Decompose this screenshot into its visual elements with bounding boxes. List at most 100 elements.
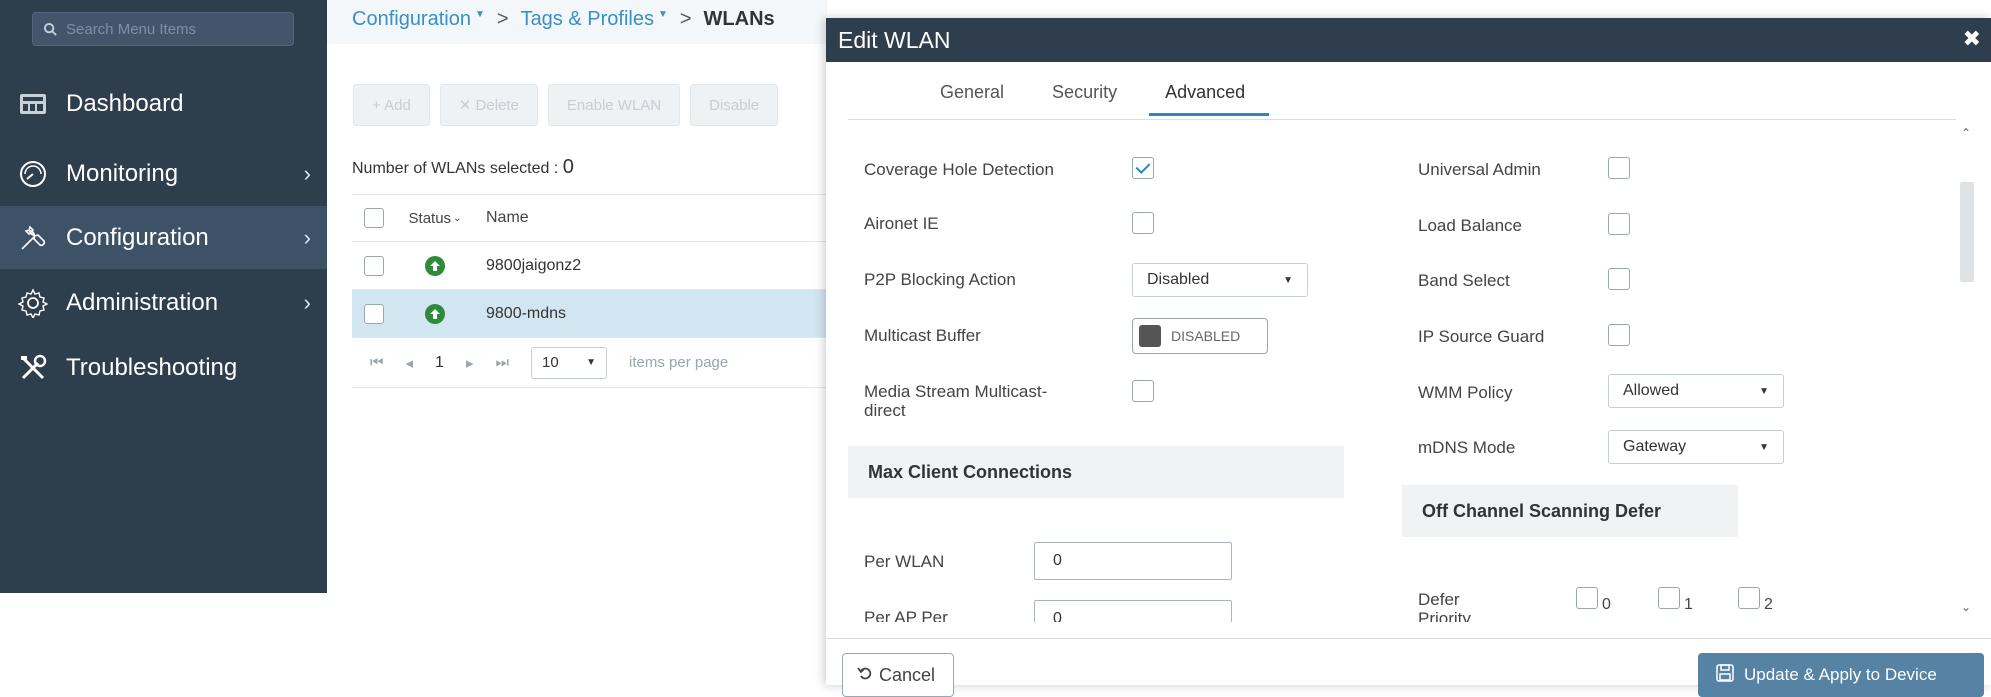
scroll-down-icon[interactable]: ⌄	[1957, 600, 1975, 614]
sidebar-item-label: Administration	[66, 288, 219, 316]
select-all-checkbox[interactable]	[364, 208, 384, 228]
tab-general[interactable]: General	[916, 82, 1028, 113]
sidebar-item-label: Configuration	[66, 223, 209, 251]
scroll-up-icon[interactable]: ⌃	[1957, 126, 1975, 140]
modal-header: Edit WLAN ✖	[826, 18, 1991, 62]
universal-admin-checkbox[interactable]	[1608, 157, 1630, 179]
sidebar-item-label: Monitoring	[66, 159, 179, 187]
defer-priority-1-label: 1	[1684, 596, 1693, 613]
items-per-page-select[interactable]: 10 ▼	[531, 346, 607, 379]
edit-wlan-modal: Edit WLAN ✖ General Security Advanced Co…	[826, 18, 1991, 697]
status-up-icon	[425, 303, 445, 324]
sidebar-item-administration[interactable]: Administration ›	[0, 271, 327, 334]
caret-down-icon: ▼	[474, 8, 485, 20]
coverage-hole-detection-checkbox[interactable]	[1132, 157, 1154, 179]
sidebar-item-monitoring[interactable]: Monitoring ›	[0, 142, 327, 205]
per-ap-per-wlan-input[interactable]: 0	[1034, 600, 1232, 622]
delete-button[interactable]: ✕ Delete	[439, 84, 538, 126]
sidebar-item-dashboard[interactable]: Dashboard	[0, 72, 327, 135]
ip-source-guard-checkbox[interactable]	[1608, 324, 1630, 346]
table-row[interactable]: 9800jaigonz2	[352, 242, 832, 290]
wmm-policy-select[interactable]: Allowed ▼	[1608, 374, 1784, 408]
table-row[interactable]: 9800-mdns	[352, 290, 832, 338]
row-checkbox[interactable]	[364, 303, 384, 324]
configuration-icon	[18, 223, 48, 253]
chevron-right-icon: ›	[303, 224, 311, 250]
p2p-blocking-label: P2P Blocking Action	[864, 270, 1016, 289]
defer-priority-2-label: 2	[1764, 596, 1773, 613]
chevron-down-icon: ▼	[1759, 385, 1769, 397]
breadcrumb: Configuration ▼ > Tags & Profiles ▼ > WLAN…	[352, 4, 775, 34]
defer-priority-0-label: 0	[1602, 596, 1611, 613]
scroll-thumb[interactable]	[1960, 182, 1974, 282]
chevron-down-icon: ▼	[1759, 441, 1769, 453]
mdns-mode-label: mDNS Mode	[1418, 438, 1516, 457]
save-icon	[1716, 663, 1734, 687]
load-balance-checkbox[interactable]	[1608, 213, 1630, 235]
multicast-buffer-toggle[interactable]: DISABLED	[1132, 318, 1268, 354]
sidebar-item-label: Troubleshooting	[66, 353, 238, 381]
defer-priority-1-checkbox[interactable]	[1658, 587, 1680, 609]
wlan-name[interactable]: 9800-mdns	[474, 305, 832, 323]
disable-wlan-button[interactable]: Disable	[690, 84, 779, 126]
breadcrumb-configuration[interactable]: Configuration ▼	[352, 8, 485, 31]
status-column-header[interactable]: Status ⌄	[396, 210, 474, 227]
name-column-header[interactable]: Name	[474, 209, 832, 227]
wlan-table: Status ⌄ Name 9800jaigonz2 9800-mdns ⏮ ◂ …	[352, 194, 832, 388]
mdns-mode-select[interactable]: Gateway ▼	[1608, 430, 1784, 464]
media-stream-label: Media Stream Multicast- direct	[864, 382, 1048, 420]
p2p-blocking-select[interactable]: Disabled ▼	[1132, 263, 1308, 297]
defer-priority-label: Defer Priority	[1418, 590, 1471, 622]
chevron-down-icon: ▼	[1283, 274, 1293, 286]
defer-priority-0-checkbox[interactable]	[1576, 587, 1598, 609]
aironet-ie-checkbox[interactable]	[1132, 212, 1154, 234]
wlan-toolbar: + Add ✕ Delete Enable WLAN Disable	[353, 84, 779, 126]
ip-source-guard-label: IP Source Guard	[1418, 327, 1545, 346]
enable-wlan-button[interactable]: Enable WLAN	[547, 84, 681, 126]
dashboard-icon	[18, 89, 48, 119]
prev-page-icon[interactable]: ◂	[406, 354, 414, 372]
sidebar: Search Menu Items Dashboard Monitoring ›…	[0, 0, 327, 593]
per-ap-per-wlan-label: Per AP Per	[864, 608, 948, 622]
tab-security[interactable]: Security	[1028, 82, 1141, 113]
settings-scrollbar[interactable]: ⌃ ⌄	[1957, 122, 1975, 622]
selected-count-value: 0	[562, 156, 574, 178]
sidebar-item-troubleshooting[interactable]: Troubleshooting	[0, 336, 327, 399]
troubleshooting-icon	[18, 353, 48, 383]
defer-priority-2-checkbox[interactable]	[1738, 587, 1760, 609]
menu-search-placeholder: Search Menu Items	[66, 20, 197, 38]
tab-advanced[interactable]: Advanced	[1141, 82, 1270, 116]
last-page-icon[interactable]: ⏭	[495, 354, 509, 371]
max-client-connections-section: Max Client Connections	[848, 446, 1344, 498]
wlan-name[interactable]: 9800jaigonz2	[474, 257, 832, 275]
coverage-hole-detection-label: Coverage Hole Detection	[864, 160, 1054, 179]
row-checkbox[interactable]	[364, 255, 384, 276]
per-wlan-input[interactable]: 0	[1034, 542, 1232, 580]
close-icon[interactable]: ✖	[1963, 26, 1981, 52]
breadcrumb-separator: >	[496, 7, 509, 30]
media-stream-checkbox[interactable]	[1132, 380, 1154, 402]
sidebar-item-configuration[interactable]: Configuration ›	[0, 206, 327, 269]
add-button[interactable]: + Add	[353, 84, 430, 126]
band-select-label: Band Select	[1418, 271, 1510, 290]
tabs-divider	[848, 119, 1956, 120]
caret-down-icon: ▼	[657, 8, 668, 20]
breadcrumb-tags-profiles[interactable]: Tags & Profiles ▼	[521, 8, 668, 31]
breadcrumb-separator: >	[679, 7, 692, 30]
first-page-icon[interactable]: ⏮	[370, 354, 384, 371]
band-select-checkbox[interactable]	[1608, 268, 1630, 290]
per-wlan-label: Per WLAN	[864, 552, 945, 571]
next-page-icon[interactable]: ▸	[466, 354, 474, 372]
off-channel-scanning-defer-section: Off Channel Scanning Defer	[1402, 485, 1738, 537]
update-apply-button[interactable]: Update & Apply to Device	[1698, 653, 1984, 697]
undo-icon	[857, 665, 873, 686]
menu-search-input[interactable]: Search Menu Items	[32, 12, 294, 46]
monitoring-icon	[18, 159, 48, 189]
cancel-button[interactable]: Cancel	[842, 653, 954, 697]
chevron-right-icon: ›	[303, 289, 311, 315]
advanced-settings-panel: Coverage Hole Detection Aironet IE P2P B…	[826, 122, 1966, 622]
chevron-right-icon: ›	[303, 160, 311, 186]
administration-icon	[18, 287, 48, 318]
items-per-page-label: items per page	[629, 354, 729, 371]
current-page[interactable]: 1	[435, 354, 444, 372]
